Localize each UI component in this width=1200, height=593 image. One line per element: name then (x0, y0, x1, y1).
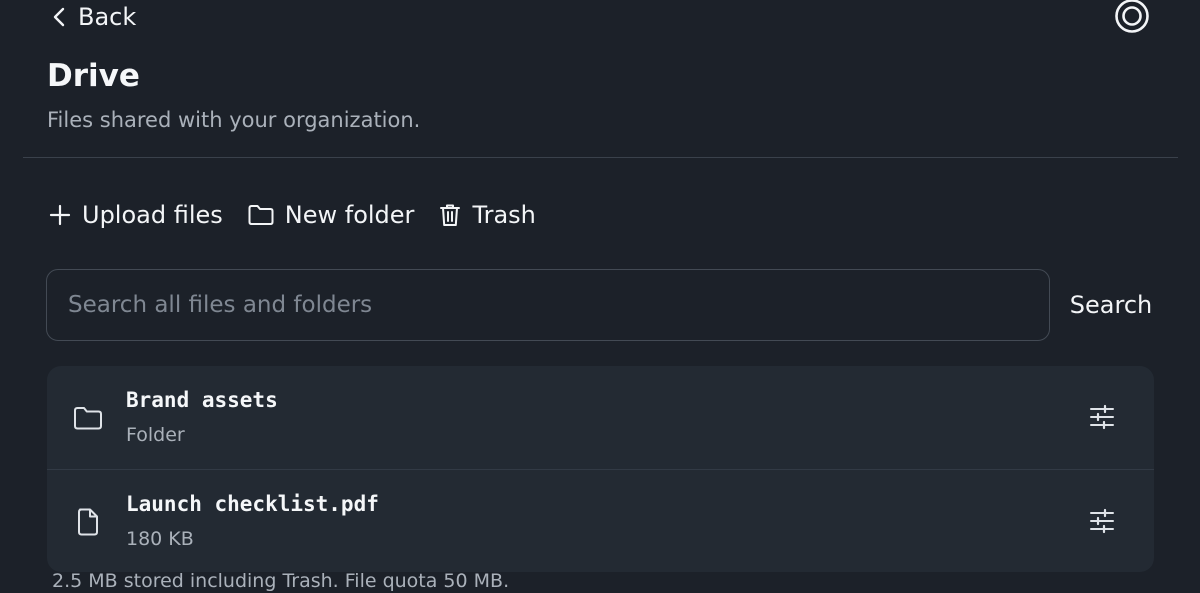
back-label: Back (78, 3, 137, 31)
page-title: Drive (47, 58, 140, 94)
file-name: Launch checklist.pdf (126, 492, 379, 516)
new-folder-label: New folder (284, 201, 415, 229)
toolbar: Upload files New folder Trash (48, 196, 536, 234)
header-divider (23, 157, 1178, 158)
new-folder-button[interactable]: New folder (247, 201, 415, 229)
sliders-icon[interactable] (1085, 400, 1119, 434)
chevron-left-icon (52, 6, 66, 28)
folder-icon (247, 203, 275, 227)
back-link[interactable]: Back (52, 0, 136, 34)
trash-button[interactable]: Trash (438, 201, 536, 229)
upload-files-label: Upload files (82, 201, 223, 229)
page-subtitle: Files shared with your organization. (47, 108, 421, 132)
list-item-launch-checklist[interactable]: Launch checklist.pdf 180 KB (47, 469, 1154, 572)
upload-files-button[interactable]: Upload files (48, 201, 223, 229)
file-meta: Folder (126, 424, 185, 446)
search-input[interactable] (46, 269, 1050, 341)
search-button[interactable]: Search (1060, 269, 1162, 341)
file-icon (72, 506, 104, 538)
file-meta: 180 KB (126, 528, 194, 550)
trash-label: Trash (472, 201, 536, 229)
file-list: Brand assets Folder Launch checklist.pdf… (47, 366, 1154, 572)
plus-icon (48, 203, 72, 227)
folder-icon (72, 402, 104, 434)
account-circle-icon (1114, 0, 1150, 38)
sliders-icon[interactable] (1085, 504, 1119, 538)
storage-summary: 2.5 MB stored including Trash. File quot… (52, 570, 510, 592)
file-name: Brand assets (126, 388, 278, 412)
list-item-brand-assets[interactable]: Brand assets Folder (47, 366, 1154, 469)
trash-icon (438, 202, 462, 228)
account-button[interactable] (1113, 0, 1151, 36)
